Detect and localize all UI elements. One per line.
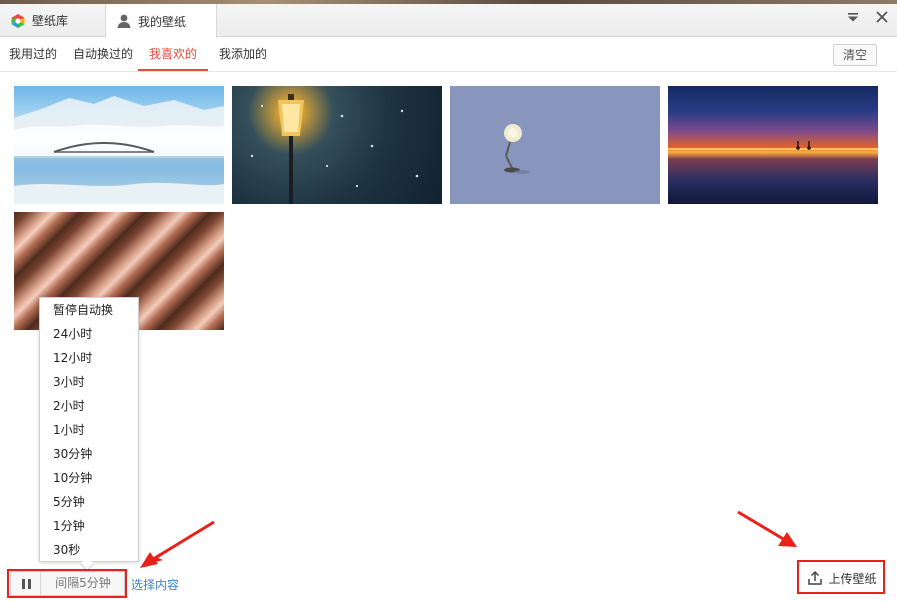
subtab-used[interactable]: 我用过的 (9, 37, 57, 71)
subtab-favorites[interactable]: 我喜欢的 (138, 37, 208, 71)
menu-item-24h[interactable]: 24小时 (53, 322, 92, 346)
menu-item-1h[interactable]: 1小时 (53, 418, 85, 442)
menu-item-30min[interactable]: 30分钟 (53, 442, 92, 466)
annotation-arrow-left (142, 522, 214, 566)
interval-menu: 暂停自动换 24小时 12小时 3小时 2小时 1小时 30分钟 10分钟 5分… (39, 297, 139, 562)
annotation-box-interval (7, 569, 127, 598)
wallpaper-thumbnail-snowy-bridge[interactable] (14, 86, 224, 204)
user-icon (116, 13, 132, 29)
menu-item-5min[interactable]: 5分钟 (53, 490, 85, 514)
dropdown-menu-icon[interactable] (845, 10, 861, 26)
tab-library-label: 壁纸库 (32, 14, 69, 28)
wallpaper-thumbnail-desk-lamp[interactable] (450, 86, 660, 204)
wallpaper-thumbnail-sunset[interactable] (668, 86, 878, 204)
tab-my-wallpaper[interactable]: 我的壁纸 (105, 4, 217, 38)
select-content-link[interactable]: 选择内容 (131, 576, 179, 593)
menu-item-2h[interactable]: 2小时 (53, 394, 85, 418)
menu-item-3h[interactable]: 3小时 (53, 370, 85, 394)
close-icon[interactable] (874, 10, 890, 26)
app-logo-icon (10, 13, 26, 29)
wallpaper-window: 壁纸库 我的壁纸 我用过的 自动换过的 我喜欢的 我添加的 清空 暂停自动换 2… (0, 0, 897, 602)
tab-wallpaper-library[interactable]: 壁纸库 (0, 4, 104, 37)
subtab-added[interactable]: 我添加的 (219, 37, 267, 71)
menu-item-10min[interactable]: 10分钟 (53, 466, 92, 490)
menu-item-30s[interactable]: 30秒 (53, 538, 80, 562)
annotation-box-upload (797, 560, 885, 594)
menu-item-12h[interactable]: 12小时 (53, 346, 92, 370)
wallpaper-thumbnail-street-lamp[interactable] (232, 86, 442, 204)
menu-item-pause[interactable]: 暂停自动换 (53, 298, 113, 322)
tab-mine-label: 我的壁纸 (138, 14, 187, 29)
menu-item-1min[interactable]: 1分钟 (53, 514, 85, 538)
title-bar: 壁纸库 我的壁纸 (0, 0, 897, 38)
sub-navigation: 我用过的 自动换过的 我喜欢的 我添加的 清空 (0, 37, 897, 72)
clear-button[interactable]: 清空 (833, 44, 877, 66)
subtab-auto-changed[interactable]: 自动换过的 (73, 37, 133, 71)
